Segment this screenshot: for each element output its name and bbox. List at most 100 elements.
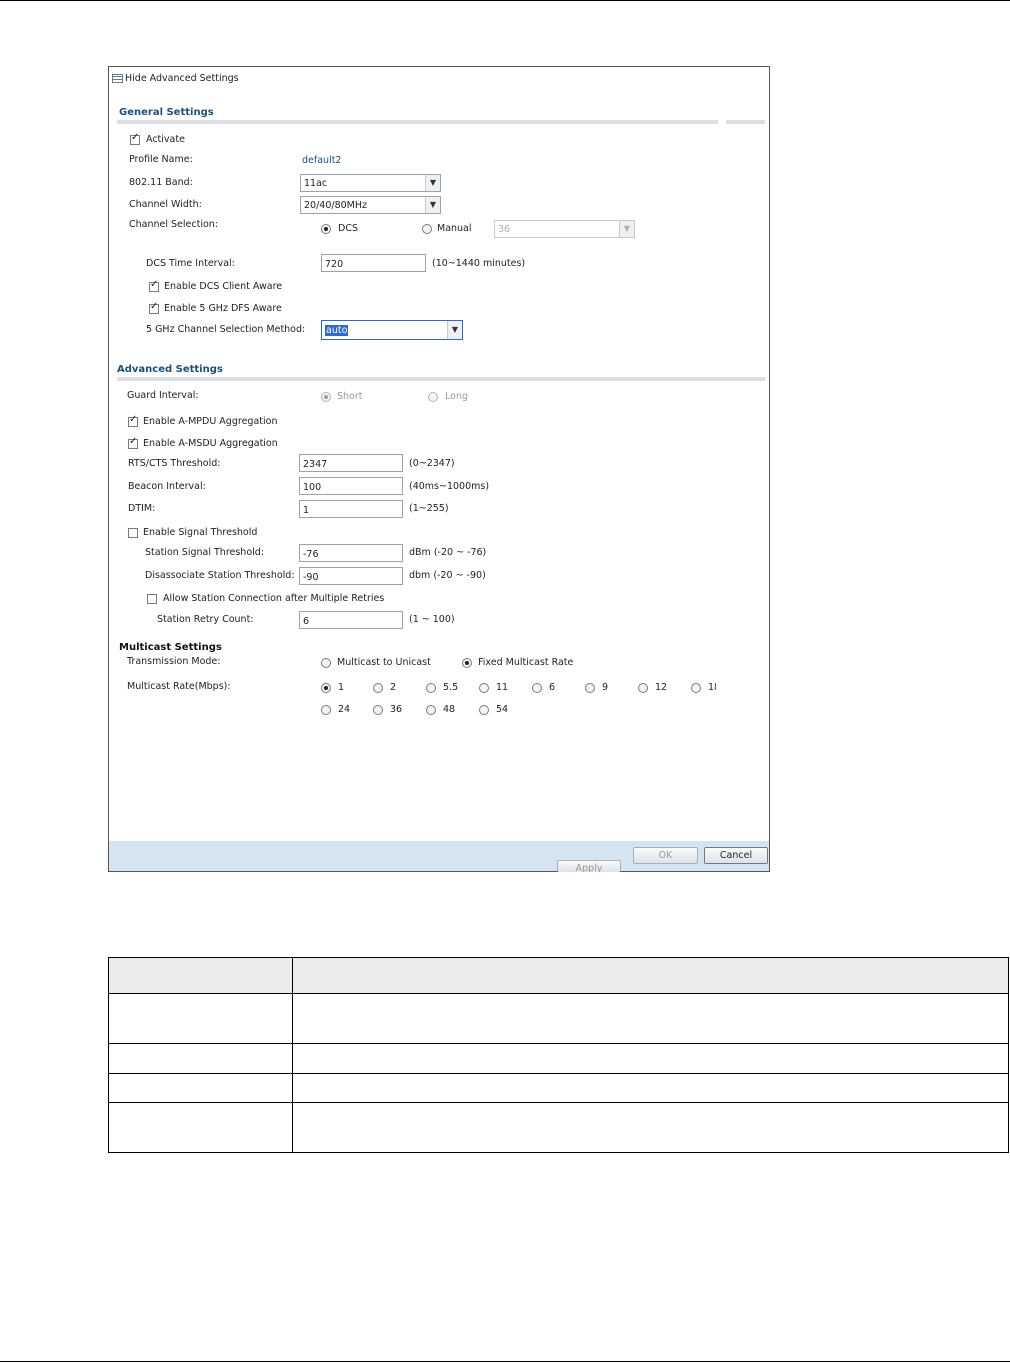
cancel-button-label: Cancel: [719, 850, 753, 861]
table-cell: [108, 993, 293, 1044]
rate-radio-11[interactable]: [479, 683, 489, 693]
rate-radio-5-5[interactable]: [426, 683, 436, 693]
retry-count-input[interactable]: 6: [299, 611, 403, 629]
allow-retries-checkbox[interactable]: [147, 594, 157, 604]
mode-unicast-radio[interactable]: [321, 658, 331, 668]
channel-manual-label: Manual: [437, 223, 472, 234]
channel-width-select[interactable]: 20/40/80MHz ▼: [300, 196, 441, 214]
multicast-settings-header: Multicast Settings: [119, 642, 222, 653]
band-label: 802.11 Band:: [129, 177, 193, 188]
dfs-aware-label: Enable 5 GHz DFS Aware: [164, 303, 282, 314]
table-header-row: [108, 957, 1009, 994]
rate-radio-6[interactable]: [532, 683, 542, 693]
amsdu-checkbox[interactable]: [128, 436, 138, 449]
chevron-down-icon: ▼: [425, 175, 440, 191]
rate-label-6: 6: [549, 682, 556, 693]
rate-label-1: 1: [338, 682, 345, 693]
chevron-down-icon: ▼: [425, 197, 440, 213]
manual-channel-select-value: 36: [498, 224, 511, 235]
rate-label-18: 18: [708, 682, 716, 693]
retry-count-range: (1 ~ 100): [409, 614, 455, 625]
guard-long-label: Long: [445, 391, 468, 402]
table-header-cell: [108, 957, 293, 994]
dtim-label: DTIM:: [128, 503, 156, 514]
rate-radio-24[interactable]: [321, 705, 331, 715]
manual-channel-select[interactable]: 36 ▼: [494, 220, 635, 238]
guard-long-radio[interactable]: [428, 392, 438, 402]
selection-method-select-value: auto: [325, 325, 349, 336]
cancel-button[interactable]: Cancel: [704, 847, 768, 864]
chevron-down-icon: ▼: [447, 321, 462, 339]
rate-radio-54[interactable]: [479, 705, 489, 715]
ok-button[interactable]: OK: [633, 847, 698, 864]
multicast-rate-label: Multicast Rate(Mbps):: [127, 681, 231, 692]
list-icon: [112, 74, 123, 83]
activate-checkbox[interactable]: [130, 132, 140, 145]
selection-method-select[interactable]: auto ▼: [321, 320, 463, 340]
ampdu-checkbox[interactable]: [128, 414, 138, 427]
rate-label-48: 48: [443, 704, 456, 715]
dcs-client-aware-checkbox[interactable]: [149, 279, 159, 292]
rts-label: RTS/CTS Threshold:: [128, 458, 221, 469]
rate-label-12: 12: [655, 682, 668, 693]
rate-label-11: 11: [496, 682, 509, 693]
beacon-range: (40ms~1000ms): [409, 481, 490, 492]
general-settings-header: General Settings: [119, 107, 214, 118]
disassociate-label: Disassociate Station Threshold:: [145, 570, 295, 581]
dfs-aware-checkbox[interactable]: [149, 301, 159, 314]
table-cell: [108, 1073, 293, 1103]
transmission-mode-label: Transmission Mode:: [127, 656, 221, 667]
rate-label-5-5: 5.5: [443, 682, 459, 693]
signal-threshold-checkbox[interactable]: [128, 528, 138, 538]
table-cell: [292, 1043, 1009, 1074]
rate-radio-12[interactable]: [638, 683, 648, 693]
selection-method-value-wrap: auto: [325, 325, 349, 336]
rate-radio-1[interactable]: [321, 683, 331, 693]
profile-name-label: Profile Name:: [129, 154, 193, 165]
table-cell: [108, 1043, 293, 1074]
description-table: [108, 957, 1009, 1153]
rate-radio-9[interactable]: [585, 683, 595, 693]
guard-short-radio[interactable]: [321, 392, 331, 402]
table-cell: [292, 1102, 1009, 1153]
dcs-interval-input[interactable]: 720: [321, 254, 426, 272]
page-bottom-rule: [0, 1361, 1010, 1362]
guard-short-label: Short: [337, 391, 363, 402]
hide-advanced-label: Hide Advanced Settings: [125, 73, 239, 84]
rate-radio-48[interactable]: [426, 705, 436, 715]
station-signal-range: dBm (-20 ~ -76): [409, 547, 487, 558]
beacon-label: Beacon Interval:: [128, 481, 206, 492]
rate-label-2: 2: [390, 682, 397, 693]
rate-label-36: 36: [390, 704, 403, 715]
rate-radio-18[interactable]: [691, 683, 701, 693]
chevron-down-icon: ▼: [619, 221, 634, 237]
station-signal-input[interactable]: -76: [299, 544, 403, 562]
allow-retries-label: Allow Station Connection after Multiple …: [163, 593, 385, 604]
channel-width-select-value: 20/40/80MHz: [304, 200, 367, 211]
dtim-input[interactable]: 1: [299, 500, 403, 518]
table-cell: [292, 993, 1009, 1044]
apply-button[interactable]: Apply: [557, 860, 621, 872]
rate-label-9: 9: [602, 682, 609, 693]
channel-selection-label: Channel Selection:: [129, 219, 219, 230]
rts-input[interactable]: 2347: [299, 454, 403, 472]
ok-button-label: OK: [658, 850, 673, 861]
band-select[interactable]: 11ac ▼: [300, 174, 441, 192]
disassociate-range: dbm (-20 ~ -90): [409, 570, 486, 581]
apply-button-label: Apply: [575, 863, 603, 872]
table-header-cell: [292, 957, 1009, 994]
rate-radio-36[interactable]: [373, 705, 383, 715]
channel-dcs-radio[interactable]: [321, 224, 331, 234]
rts-range: (0~2347): [409, 458, 455, 469]
mode-fixed-radio[interactable]: [462, 658, 472, 668]
table-row: [108, 993, 1009, 1044]
disassociate-input[interactable]: -90: [299, 567, 403, 585]
beacon-input[interactable]: 100: [299, 477, 403, 495]
general-settings-divider: [117, 120, 718, 124]
channel-manual-radio[interactable]: [422, 224, 432, 234]
mode-fixed-label: Fixed Multicast Rate: [478, 657, 574, 668]
profile-name-value: default2: [302, 155, 342, 166]
band-select-value: 11ac: [304, 178, 328, 189]
rate-radio-2[interactable]: [373, 683, 383, 693]
advanced-settings-divider: [117, 377, 765, 381]
